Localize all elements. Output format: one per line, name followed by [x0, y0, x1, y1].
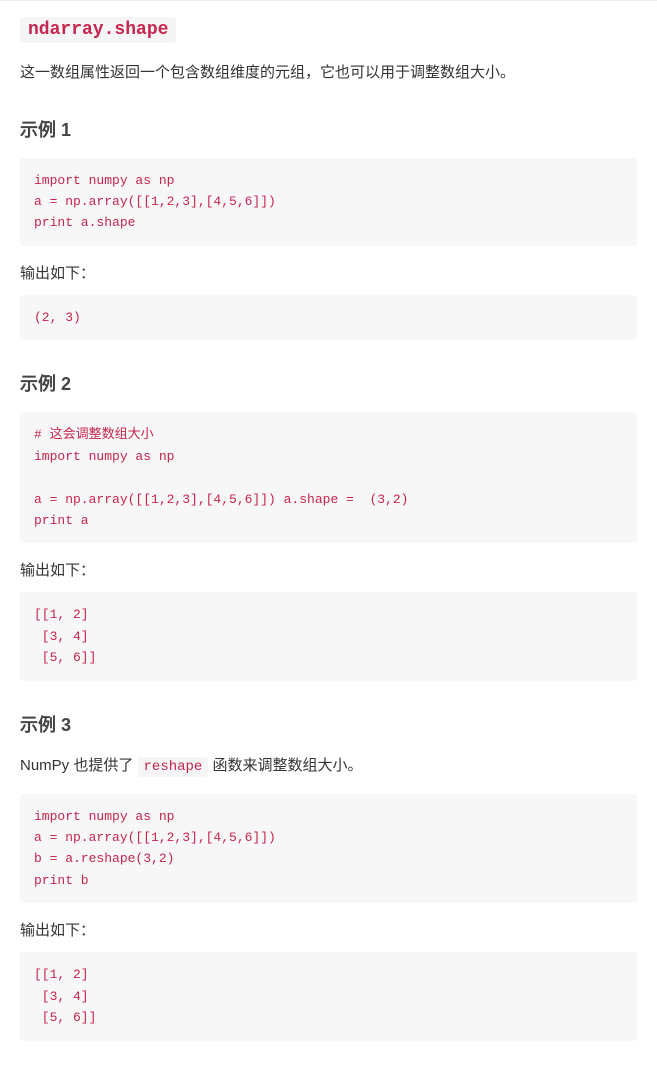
example-2-output: [[1, 2] [3, 4] [5, 6]]	[20, 592, 637, 680]
example-3-desc: NumPy 也提供了 reshape 函数来调整数组大小。	[20, 753, 637, 780]
desc-text-before: NumPy 也提供了	[20, 757, 138, 774]
page-title: ndarray.shape	[20, 17, 637, 40]
example-2-output-label: 输出如下：	[20, 559, 637, 580]
example-1-output-label: 输出如下：	[20, 262, 637, 283]
example-1-heading: 示例 1	[20, 116, 637, 142]
example-2-heading: 示例 2	[20, 370, 637, 396]
example-3-output: [[1, 2] [3, 4] [5, 6]]	[20, 952, 637, 1040]
example-2-code: # 这会调整数组大小 import numpy as np a = np.arr…	[20, 412, 637, 543]
title-code: ndarray.shape	[20, 17, 176, 43]
inline-code-reshape: reshape	[138, 757, 209, 777]
example-3-code: import numpy as np a = np.array([[1,2,3]…	[20, 794, 637, 904]
intro-paragraph: 这一数组属性返回一个包含数组维度的元组，它也可以用于调整数组大小。	[20, 60, 637, 86]
example-1-output: (2, 3)	[20, 295, 637, 340]
example-3-heading: 示例 3	[20, 711, 637, 737]
example-1-code: import numpy as np a = np.array([[1,2,3]…	[20, 158, 637, 246]
document-container: ndarray.shape 这一数组属性返回一个包含数组维度的元组，它也可以用于…	[0, 0, 657, 1072]
example-3-output-label: 输出如下：	[20, 919, 637, 940]
desc-text-after: 函数来调整数组大小。	[208, 757, 362, 774]
